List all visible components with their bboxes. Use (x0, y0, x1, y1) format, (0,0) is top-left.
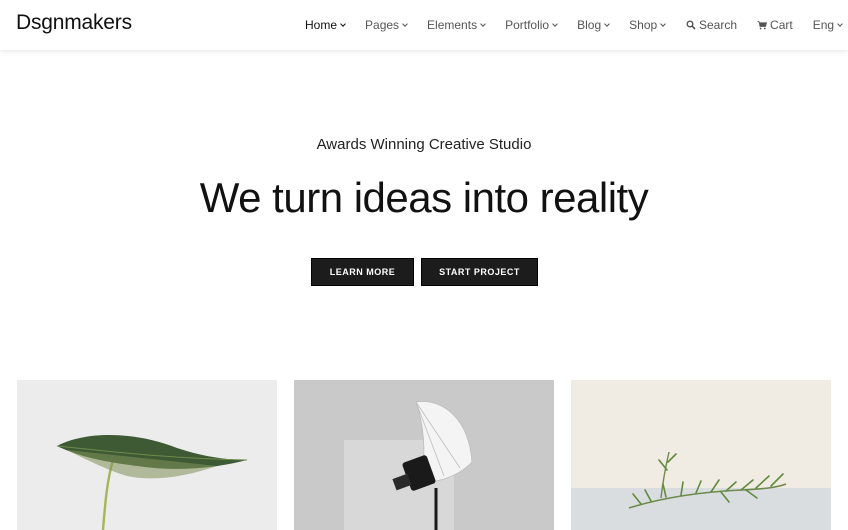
portfolio-card-leaf[interactable] (17, 380, 277, 530)
language-label: Eng (812, 18, 835, 32)
chevron-down-icon (340, 20, 346, 27)
nav-item-pages[interactable]: Pages (365, 18, 408, 32)
start-project-button[interactable]: START PROJECT (421, 258, 538, 286)
nav-item-label: Elements (427, 18, 478, 32)
nav-item-label: Home (305, 18, 338, 32)
leaf-plant-photo (17, 380, 277, 530)
portfolio-card-umbrella[interactable] (294, 380, 554, 530)
site-logo[interactable]: Dsgnmakers (16, 11, 132, 35)
chevron-down-icon (402, 20, 408, 27)
cart-link[interactable]: Cart (757, 18, 793, 32)
nav-item-home[interactable]: Home (305, 18, 346, 32)
learn-more-button[interactable]: LEARN MORE (311, 258, 414, 286)
chevron-down-icon (552, 20, 558, 27)
cart-icon (757, 21, 768, 30)
nav-item-label: Blog (577, 18, 602, 32)
nav-item-label: Portfolio (505, 18, 550, 32)
nav-item-label: Pages (365, 18, 400, 32)
hero-headline: We turn ideas into reality (199, 174, 649, 221)
nav-item-elements[interactable]: Elements (427, 18, 486, 32)
nav-item-portfolio[interactable]: Portfolio (505, 18, 558, 32)
chevron-down-icon (660, 20, 667, 27)
language-selector[interactable]: Eng (812, 18, 843, 32)
chevron-down-icon (837, 20, 843, 27)
portfolio-card-rosemary[interactable] (571, 380, 831, 530)
cart-label: Cart (770, 18, 793, 32)
nav-item-blog[interactable]: Blog (577, 18, 610, 32)
studio-umbrella-light-photo (294, 380, 554, 530)
main-nav: Home Pages Elements Portfolio Blog Shop (305, 0, 685, 50)
search-link[interactable]: Search (686, 18, 737, 32)
chevron-down-icon (604, 20, 610, 27)
search-icon (686, 20, 696, 30)
rosemary-sprig-photo (571, 380, 831, 530)
site-header: Dsgnmakers Home Pages Elements Portfolio… (0, 0, 848, 50)
nav-item-label: Shop (629, 18, 658, 32)
nav-item-shop[interactable]: Shop (629, 18, 667, 32)
hero-tagline: Awards Winning Creative Studio (316, 136, 532, 153)
chevron-down-icon (480, 20, 486, 27)
search-label: Search (699, 18, 738, 32)
utility-nav: Search Cart Eng (686, 0, 848, 50)
